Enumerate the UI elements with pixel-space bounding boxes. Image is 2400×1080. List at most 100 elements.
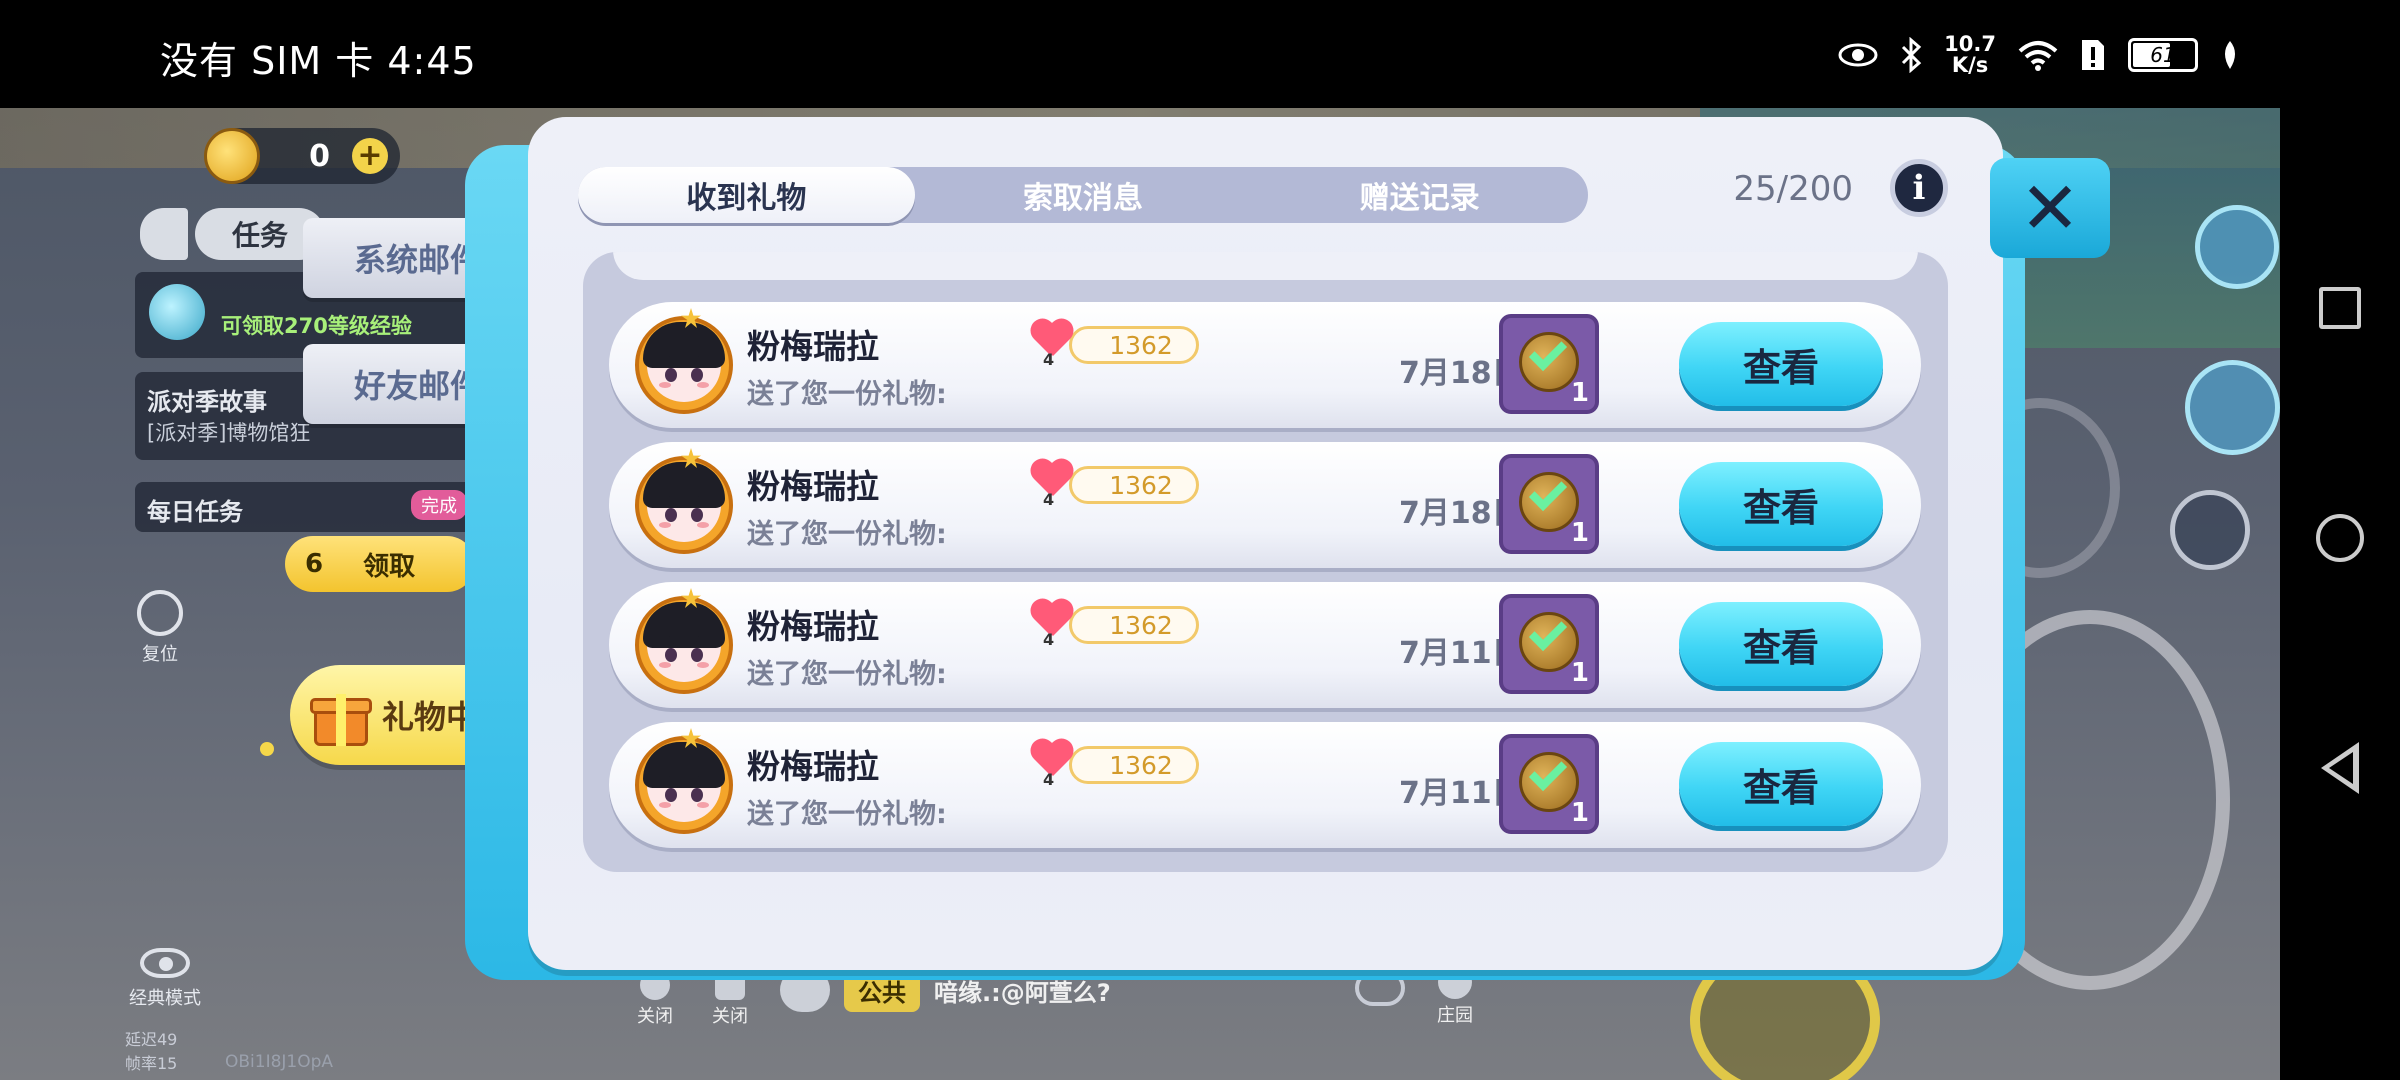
intimacy-badge: 1362 4 xyxy=(1029,320,1209,369)
reset-icon xyxy=(137,590,183,636)
gift-row: 粉梅瑞拉 送了您一份礼物: 1362 4 7月18日 1 查看 xyxy=(609,442,1921,568)
recents-button[interactable] xyxy=(2280,258,2400,358)
heart-level: 4 xyxy=(1043,770,1055,789)
heart-level: 4 xyxy=(1043,350,1055,369)
heart-level: 4 xyxy=(1043,490,1055,509)
manor-label: 庄园 xyxy=(1437,1005,1473,1026)
avatar-bangs xyxy=(669,478,699,508)
gift-message: 送了您一份礼物: xyxy=(747,379,947,410)
fps: 帧率15 xyxy=(125,1054,178,1073)
battery-level: 61 xyxy=(2150,43,2176,67)
gift-row: 粉梅瑞拉 送了您一份礼物: 1362 4 7月11日 1 查看 xyxy=(609,722,1921,848)
net-speed: 10.7 K/s xyxy=(1944,34,1996,76)
close-icon: ✕ xyxy=(2019,166,2081,250)
task-card-daily[interactable]: 每日任务 完成 xyxy=(135,482,475,532)
task-exp-text: 可领取270等级经验 xyxy=(221,314,412,338)
status-icons: 10.7 K/s 61 xyxy=(1838,30,2240,80)
gift-row: 粉梅瑞拉 送了您一份礼物: 1362 4 7月11日 1 查看 xyxy=(609,582,1921,708)
info-button[interactable]: i xyxy=(1890,159,1948,217)
info-icon: i xyxy=(1912,168,1926,208)
wifi-icon xyxy=(2018,41,2058,71)
avatar[interactable] xyxy=(635,736,733,834)
recents-icon xyxy=(2319,287,2361,329)
gift-message: 送了您一份礼物: xyxy=(747,519,947,550)
list-row-partial xyxy=(613,252,1918,280)
add-coins-button[interactable]: + xyxy=(352,138,388,174)
gift-quantity: 1 xyxy=(1570,378,1589,408)
close-button[interactable]: ✕ xyxy=(1990,158,2110,258)
mic-label: 关闭 xyxy=(637,1006,673,1027)
back-button[interactable] xyxy=(2280,718,2400,818)
sender-name: 粉梅瑞拉 xyxy=(747,607,879,646)
avatar-bangs xyxy=(669,338,699,368)
gift-box-icon xyxy=(310,684,372,746)
speaker-label: 关闭 xyxy=(712,1006,748,1027)
coin-counter: 0 + xyxy=(204,128,400,184)
reset-label: 复位 xyxy=(142,644,178,665)
backpack-icon[interactable] xyxy=(2195,205,2279,289)
intimacy-value: 1362 xyxy=(1069,606,1199,644)
view-button[interactable]: 查看 xyxy=(1679,322,1883,406)
gift-item-tile[interactable]: 1 xyxy=(1499,314,1599,414)
avatar-bangs xyxy=(669,618,699,648)
intimacy-badge: 1362 4 xyxy=(1029,740,1209,789)
home-button[interactable] xyxy=(2280,488,2400,588)
intimacy-value: 1362 xyxy=(1069,746,1199,784)
status-carrier-time: 没有 SIM 卡 4:45 xyxy=(160,39,477,83)
avatar-eye xyxy=(665,648,677,662)
avatar[interactable] xyxy=(635,596,733,694)
gift-message: 送了您一份礼物: xyxy=(747,799,947,830)
coin-icon xyxy=(204,128,260,184)
gift-item-tile[interactable]: 1 xyxy=(1499,734,1599,834)
avatar-blush xyxy=(697,522,709,528)
tab-sent-records[interactable]: 赠送记录 xyxy=(1251,167,1588,223)
intimacy-badge: 1362 4 xyxy=(1029,460,1209,509)
chat-bubble-icon[interactable] xyxy=(140,208,188,260)
potion-icon xyxy=(149,284,205,340)
avatar-eye xyxy=(665,368,677,382)
system-nav-bar xyxy=(2280,0,2400,1080)
view-button[interactable]: 查看 xyxy=(1679,462,1883,546)
gift-count: 25/200 xyxy=(1733,169,1853,209)
avatar-eye xyxy=(691,508,703,522)
intimacy-badge: 1362 4 xyxy=(1029,600,1209,649)
gift-tabs: 收到礼物 索取消息 赠送记录 xyxy=(578,167,1588,223)
tab-indicator-dot xyxy=(260,742,274,756)
classic-mode-label: 经典模式 xyxy=(129,988,201,1009)
emote-icon[interactable] xyxy=(2170,490,2250,570)
gift-quantity: 1 xyxy=(1570,798,1589,828)
view-button[interactable]: 查看 xyxy=(1679,602,1883,686)
coin-value: 0 xyxy=(309,138,330,174)
avatar[interactable] xyxy=(635,316,733,414)
back-icon xyxy=(2321,742,2359,794)
reset-button[interactable]: 复位 xyxy=(130,590,190,666)
intimacy-value: 1362 xyxy=(1069,466,1199,504)
avatar-eye xyxy=(691,648,703,662)
avatar-blush xyxy=(697,802,709,808)
latency: 延迟49 xyxy=(125,1030,178,1049)
intimacy-value: 1362 xyxy=(1069,326,1199,364)
gift-message: 送了您一份礼物: xyxy=(747,659,947,690)
avatar-eye xyxy=(691,368,703,382)
gift-quantity: 1 xyxy=(1570,518,1589,548)
avatar-blush xyxy=(659,382,671,388)
heart-level: 4 xyxy=(1043,630,1055,649)
daily-done-badge: 完成 xyxy=(411,490,467,520)
eye-icon xyxy=(140,948,190,978)
player-id: OBi1I8J1OpA xyxy=(225,1052,334,1072)
avatar[interactable] xyxy=(635,456,733,554)
avatar-blush xyxy=(659,522,671,528)
gift-item-tile[interactable]: 1 xyxy=(1499,594,1599,694)
status-bar: 没有 SIM 卡 4:45 10.7 K/s 61 xyxy=(0,0,2280,108)
gift-item-tile[interactable]: 1 xyxy=(1499,454,1599,554)
sender-name: 粉梅瑞拉 xyxy=(747,747,879,786)
tab-received-gifts[interactable]: 收到礼物 xyxy=(578,167,915,223)
tab-request-messages[interactable]: 索取消息 xyxy=(915,167,1252,223)
view-button[interactable]: 查看 xyxy=(1679,742,1883,826)
charging-leaf-icon xyxy=(2225,41,2235,69)
classic-mode-button[interactable]: 经典模式 xyxy=(115,948,215,1010)
sender-name: 粉梅瑞拉 xyxy=(747,327,879,366)
shoe-dash-icon[interactable] xyxy=(2185,360,2280,455)
claim-reward-button[interactable]: 6 领取 xyxy=(285,536,475,592)
gift-list[interactable]: 粉梅瑞拉 送了您一份礼物: 1362 4 7月18日 1 查看 粉梅瑞拉 送了您… xyxy=(583,252,1948,872)
